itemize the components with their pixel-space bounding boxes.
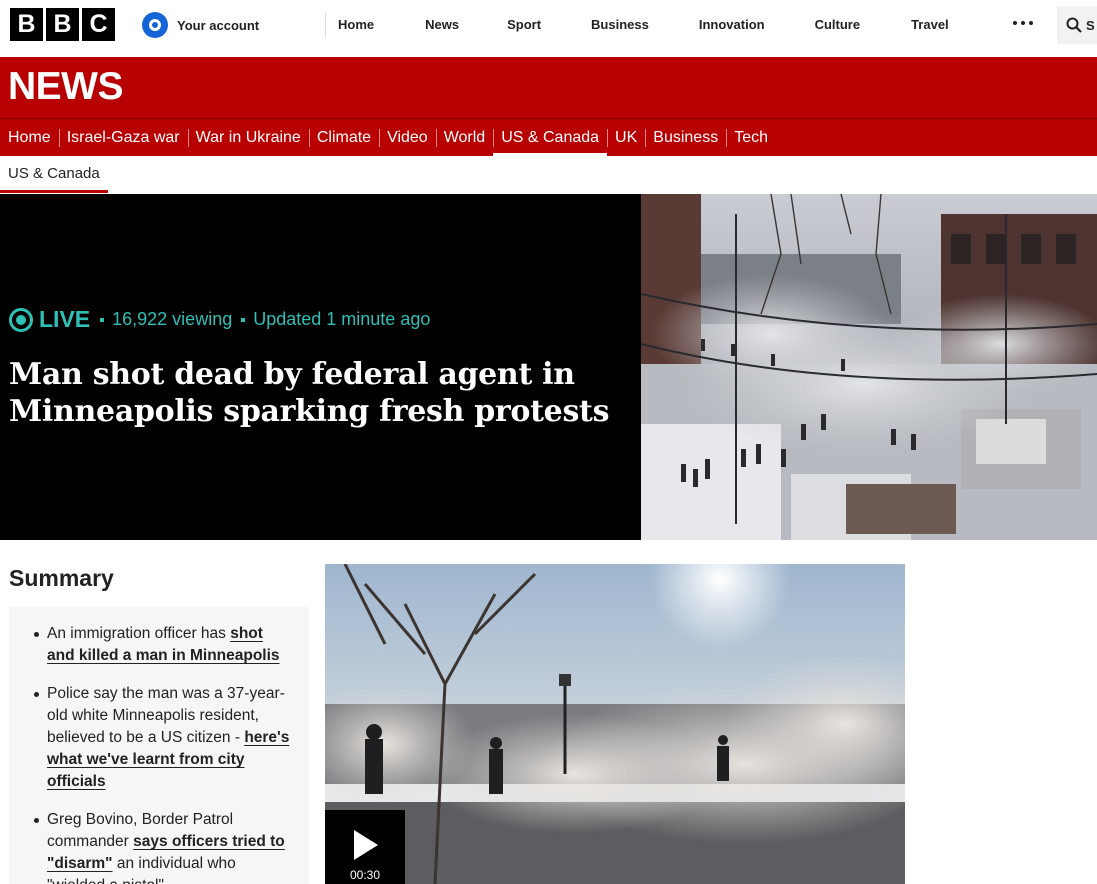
separator-dot — [241, 317, 246, 322]
sub-nav-us-canada[interactable]: US & Canada — [0, 156, 108, 193]
divider — [325, 12, 326, 38]
search-button[interactable]: S — [1057, 6, 1097, 44]
summary-box: An immigration officer has shot and kill… — [9, 607, 309, 884]
top-nav-sport[interactable]: Sport — [507, 17, 541, 32]
account-label: Your account — [177, 17, 260, 33]
live-indicator-icon — [9, 307, 33, 332]
news-nav-world[interactable]: World — [435, 119, 494, 156]
bbc-logo-letter: C — [82, 8, 115, 41]
top-nav-travel[interactable]: Travel — [911, 17, 949, 32]
summary-list: An immigration officer has shot and kill… — [31, 623, 293, 884]
top-nav-culture[interactable]: Culture — [815, 17, 861, 32]
account-link[interactable]: Your account — [142, 12, 259, 38]
separator-dot — [100, 317, 105, 322]
summary-heading: Summary — [9, 565, 114, 591]
account-icon — [142, 12, 168, 38]
protest-street-photo — [641, 194, 1097, 540]
more-menu-icon[interactable] — [1013, 21, 1033, 25]
video-player[interactable]: 00:30 — [325, 564, 905, 884]
news-nav-home[interactable]: Home — [0, 119, 59, 156]
top-nav: Home News Sport Business Innovation Cult… — [338, 0, 949, 49]
video-thumbnail — [325, 564, 905, 884]
top-nav-home[interactable]: Home — [338, 17, 374, 32]
top-nav-business[interactable]: Business — [591, 17, 649, 32]
news-banner: NEWS — [0, 57, 1097, 118]
more-dot — [1021, 21, 1025, 25]
news-nav-tech[interactable]: Tech — [726, 119, 776, 156]
viewing-count: 16,922 viewing — [112, 309, 233, 329]
bbc-logo-letter: B — [10, 8, 43, 41]
live-status: LIVE 16,922 viewing Updated 1 minute ago — [9, 306, 430, 333]
more-dot — [1029, 21, 1033, 25]
news-nav-video[interactable]: Video — [379, 119, 436, 156]
hero-photo — [641, 194, 1097, 540]
search-icon — [1066, 17, 1082, 33]
top-bar: B B C Your account Home News Sport Busin… — [0, 0, 1097, 57]
page-headline: Man shot dead by federal agent in Minnea… — [9, 357, 610, 429]
summary-text: An immigration officer has — [47, 625, 231, 642]
hero: LIVE 16,922 viewing Updated 1 minute ago… — [0, 194, 1097, 540]
top-nav-news[interactable]: News — [425, 17, 459, 32]
news-nav-war-in-ukraine[interactable]: War in Ukraine — [187, 119, 309, 156]
summary-item: Greg Bovino, Border Patrol commander say… — [31, 809, 293, 884]
updated-time: Updated 1 minute ago — [253, 309, 431, 329]
bbc-logo-letter: B — [46, 8, 79, 41]
top-nav-innovation[interactable]: Innovation — [699, 17, 765, 32]
sub-nav: US & Canada — [0, 156, 1097, 194]
news-nav-climate[interactable]: Climate — [308, 119, 379, 156]
play-button[interactable]: 00:30 — [325, 810, 405, 884]
bbc-logo[interactable]: B B C — [10, 8, 115, 41]
news-nav: Home Israel-Gaza war War in Ukraine Clim… — [0, 118, 1097, 156]
live-label: LIVE — [39, 306, 91, 332]
news-nav-uk[interactable]: UK — [607, 119, 645, 156]
more-dot — [1013, 21, 1017, 25]
news-logo[interactable]: NEWS — [8, 65, 124, 109]
play-icon — [354, 830, 378, 860]
news-nav-us-canada[interactable]: US & Canada — [493, 119, 608, 156]
summary-item: Police say the man was a 37-year-old whi… — [31, 683, 293, 793]
news-nav-business[interactable]: Business — [645, 119, 726, 156]
summary-item: An immigration officer has shot and kill… — [31, 623, 293, 667]
video-duration: 00:30 — [349, 868, 381, 882]
news-nav-israel-gaza-war[interactable]: Israel-Gaza war — [58, 119, 188, 156]
search-label: S — [1086, 17, 1095, 33]
